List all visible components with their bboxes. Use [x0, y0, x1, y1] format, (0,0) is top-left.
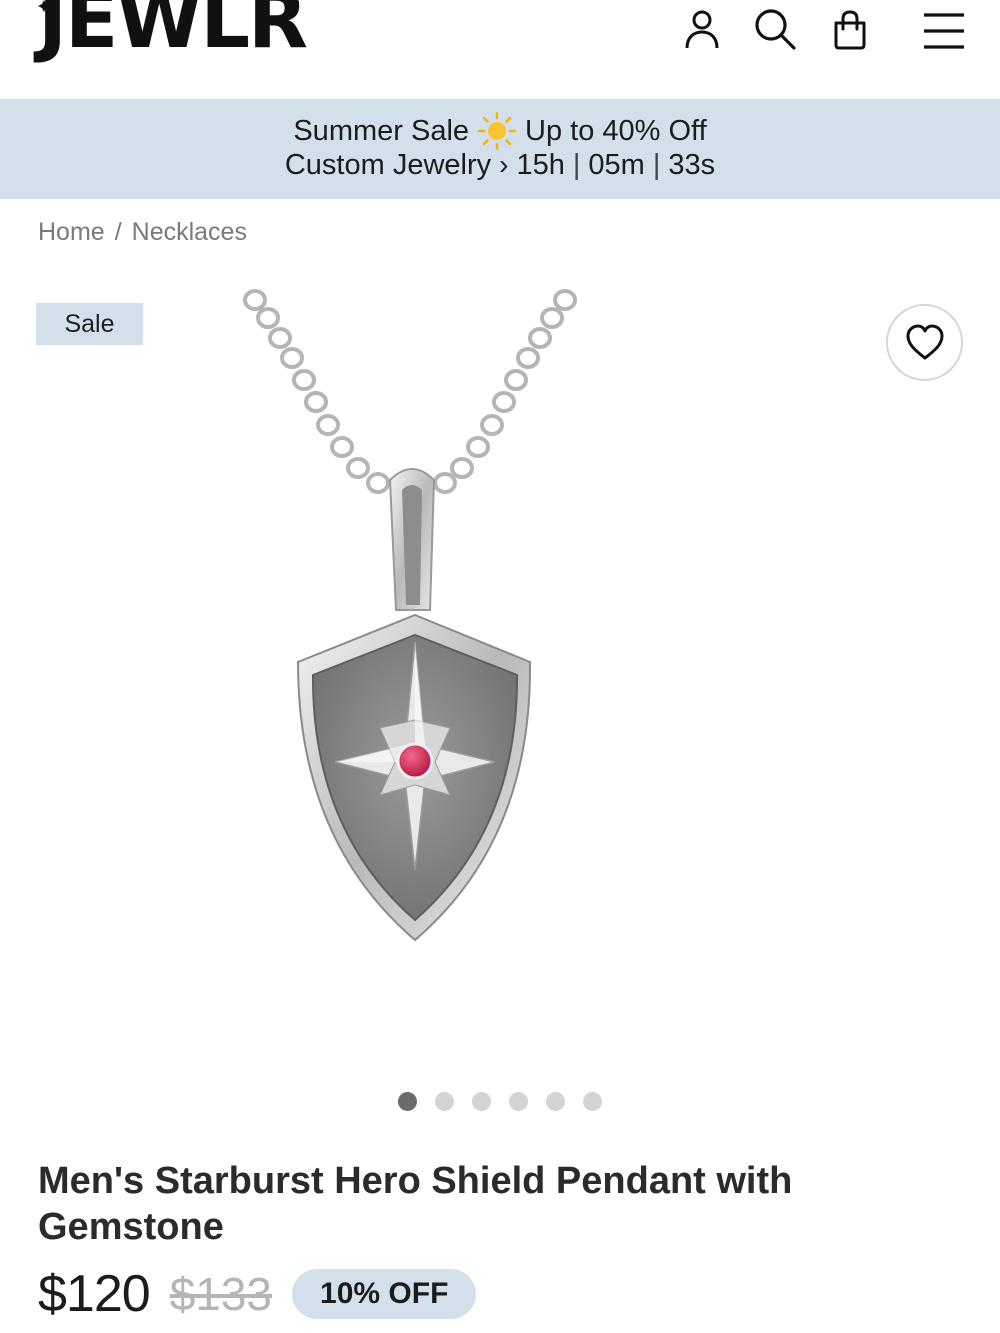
sun-icon [477, 111, 517, 151]
carousel-dots [398, 1092, 602, 1111]
promo-line-1: Summer Sale Up to 40% Off [0, 111, 1000, 151]
carousel-dot[interactable] [509, 1092, 528, 1111]
carousel-dot[interactable] [435, 1092, 454, 1111]
carousel-dot[interactable] [583, 1092, 602, 1111]
countdown-minutes: 05m [588, 149, 645, 181]
promo-discount-label: Up to 40% Off [525, 115, 707, 147]
account-icon[interactable] [677, 4, 727, 54]
carousel-dot[interactable] [398, 1092, 417, 1111]
heart-icon [906, 324, 943, 359]
wishlist-button[interactable] [886, 304, 963, 381]
product-title: Men's Starburst Hero Shield Pendant with… [38, 1160, 793, 1248]
countdown-seconds: 33s [668, 149, 716, 181]
countdown-separator: | [572, 149, 581, 181]
menu-icon[interactable] [918, 4, 968, 54]
discount-badge: 10% OFF [292, 1269, 477, 1319]
promo-line-2: Custom Jewelry › 15h | 05m | 33s [0, 147, 1000, 183]
chevron-right-icon: › [499, 149, 509, 180]
carousel-dot[interactable] [546, 1092, 565, 1111]
original-price: $133 [169, 1268, 273, 1320]
breadcrumb-necklaces[interactable]: Necklaces [132, 218, 247, 247]
logo-spark-icon [38, 0, 50, 12]
sale-badge: Sale [36, 303, 143, 345]
promo-banner[interactable]: Summer Sale Up to 40% Off Custom Jewelry… [0, 99, 1000, 199]
search-icon[interactable] [750, 4, 800, 54]
countdown-hours: 15h [516, 149, 565, 181]
countdown-separator: | [652, 149, 661, 181]
site-header: JEWLR [0, 0, 1000, 99]
price-row: $120 $133 10% OFF [38, 1264, 477, 1324]
carousel-dot[interactable] [472, 1092, 491, 1111]
breadcrumb-separator: / [114, 218, 122, 246]
sale-price: $120 [38, 1265, 151, 1323]
promo-sale-label: Summer Sale [293, 115, 470, 147]
jewlr-logo[interactable]: JEWLR [38, 0, 308, 60]
breadcrumb-home[interactable]: Home [38, 218, 105, 247]
cart-icon[interactable] [825, 4, 875, 54]
promo-custom-label: Custom Jewelry [284, 149, 492, 181]
product-image[interactable] [230, 280, 590, 950]
breadcrumb: Home / Necklaces [38, 218, 247, 247]
